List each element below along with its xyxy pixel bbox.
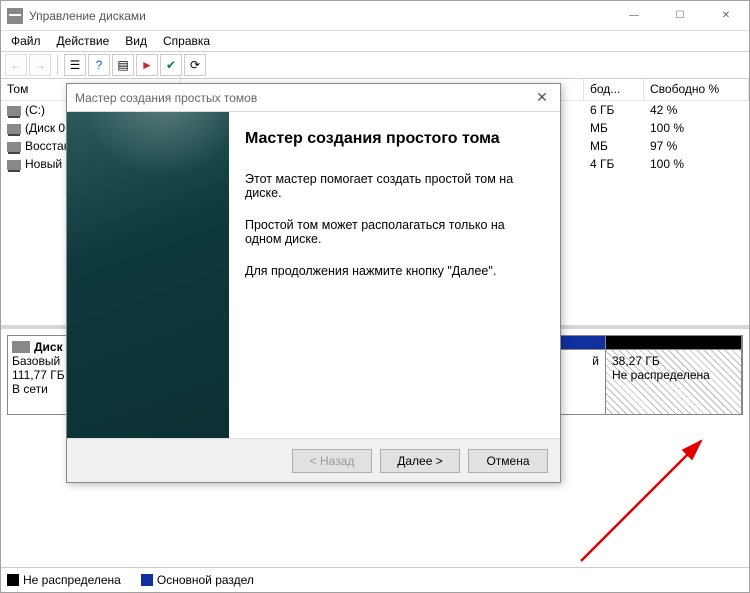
help-button[interactable]: ? bbox=[88, 54, 110, 76]
wizard-close-button[interactable]: ✕ bbox=[532, 88, 552, 108]
wizard-cancel-button[interactable]: Отмена bbox=[468, 449, 548, 473]
menu-action[interactable]: Действие bbox=[51, 32, 116, 50]
legend-unallocated: Не распределена bbox=[7, 573, 121, 587]
back-button[interactable]: ← bbox=[5, 54, 27, 76]
toolbar-separator bbox=[57, 55, 58, 75]
close-button[interactable]: ✕ bbox=[703, 1, 749, 30]
volume-icon bbox=[7, 124, 21, 134]
volume-free: МБ bbox=[584, 120, 644, 136]
unalloc-status: Не распределена bbox=[612, 368, 735, 382]
wizard-main-panel: Мастер создания простого тома Этот масте… bbox=[229, 112, 560, 438]
menu-help[interactable]: Справка bbox=[157, 32, 216, 50]
volume-icon bbox=[7, 106, 21, 116]
swatch-unallocated bbox=[7, 574, 19, 586]
legend-primary: Основной раздел bbox=[141, 573, 254, 587]
volume-name: Восстан bbox=[25, 139, 70, 153]
partition-header bbox=[606, 336, 741, 350]
settings-button[interactable]: ✔ bbox=[160, 54, 182, 76]
volume-free-pct: 100 % bbox=[644, 120, 749, 136]
volume-free-pct: 42 % bbox=[644, 102, 749, 118]
volume-free: МБ bbox=[584, 138, 644, 154]
toolbar: ← → ☰ ? ▤ ► ✔ ⟳ bbox=[1, 51, 749, 79]
wizard-next-button[interactable]: Далее > bbox=[380, 449, 460, 473]
volume-free-pct: 97 % bbox=[644, 138, 749, 154]
minimize-button[interactable]: — bbox=[611, 1, 657, 30]
wizard-back-button: < Назад bbox=[292, 449, 372, 473]
simple-volume-wizard-dialog: Мастер создания простых томов ✕ Мастер с… bbox=[66, 83, 561, 483]
app-icon bbox=[7, 8, 23, 24]
volume-name: (Диск 0 bbox=[25, 121, 65, 135]
disk-icon bbox=[12, 341, 30, 353]
wizard-footer: < Назад Далее > Отмена bbox=[67, 438, 560, 482]
legend: Не распределена Основной раздел bbox=[1, 567, 749, 591]
view-list-button[interactable]: ▤ bbox=[112, 54, 134, 76]
volume-icon bbox=[7, 142, 21, 152]
show-hide-button[interactable]: ☰ bbox=[64, 54, 86, 76]
volume-free: 6 ГБ bbox=[584, 102, 644, 118]
disk-management-window: Управление дисками — ☐ ✕ Файл Действие В… bbox=[0, 0, 750, 593]
volume-name: (C:) bbox=[25, 103, 45, 117]
wizard-banner-image bbox=[67, 112, 229, 438]
wizard-text-2: Простой том может располагаться только н… bbox=[245, 218, 540, 246]
partition-unallocated[interactable]: 38,27 ГБ Не распределена bbox=[606, 336, 742, 414]
col-free-header[interactable]: бод... bbox=[584, 79, 644, 100]
col-free-pct-header[interactable]: Свободно % bbox=[644, 79, 749, 100]
unalloc-size: 38,27 ГБ bbox=[612, 354, 735, 368]
wizard-title-text: Мастер создания простых томов bbox=[75, 91, 532, 105]
action-button[interactable]: ► bbox=[136, 54, 158, 76]
wizard-text-3: Для продолжения нажмите кнопку "Далее". bbox=[245, 264, 540, 278]
refresh-button[interactable]: ⟳ bbox=[184, 54, 206, 76]
wizard-text-1: Этот мастер помогает создать простой том… bbox=[245, 172, 540, 200]
volume-icon bbox=[7, 160, 21, 170]
titlebar: Управление дисками — ☐ ✕ bbox=[1, 1, 749, 31]
menu-file[interactable]: Файл bbox=[5, 32, 47, 50]
forward-button[interactable]: → bbox=[29, 54, 51, 76]
menu-view[interactable]: Вид bbox=[119, 32, 153, 50]
wizard-body: Мастер создания простого тома Этот масте… bbox=[67, 112, 560, 438]
partition-visible-text: й bbox=[592, 354, 599, 368]
volume-name: Новый bbox=[25, 157, 62, 171]
maximize-button[interactable]: ☐ bbox=[657, 1, 703, 30]
swatch-primary bbox=[141, 574, 153, 586]
window-controls: — ☐ ✕ bbox=[611, 1, 749, 30]
volume-free-pct: 100 % bbox=[644, 156, 749, 172]
volume-free: 4 ГБ bbox=[584, 156, 644, 172]
wizard-heading: Мастер создания простого тома bbox=[245, 130, 540, 148]
menubar: Файл Действие Вид Справка bbox=[1, 31, 749, 51]
wizard-titlebar: Мастер создания простых томов ✕ bbox=[67, 84, 560, 112]
partition-body: 38,27 ГБ Не распределена bbox=[606, 350, 741, 414]
window-title: Управление дисками bbox=[29, 9, 611, 23]
